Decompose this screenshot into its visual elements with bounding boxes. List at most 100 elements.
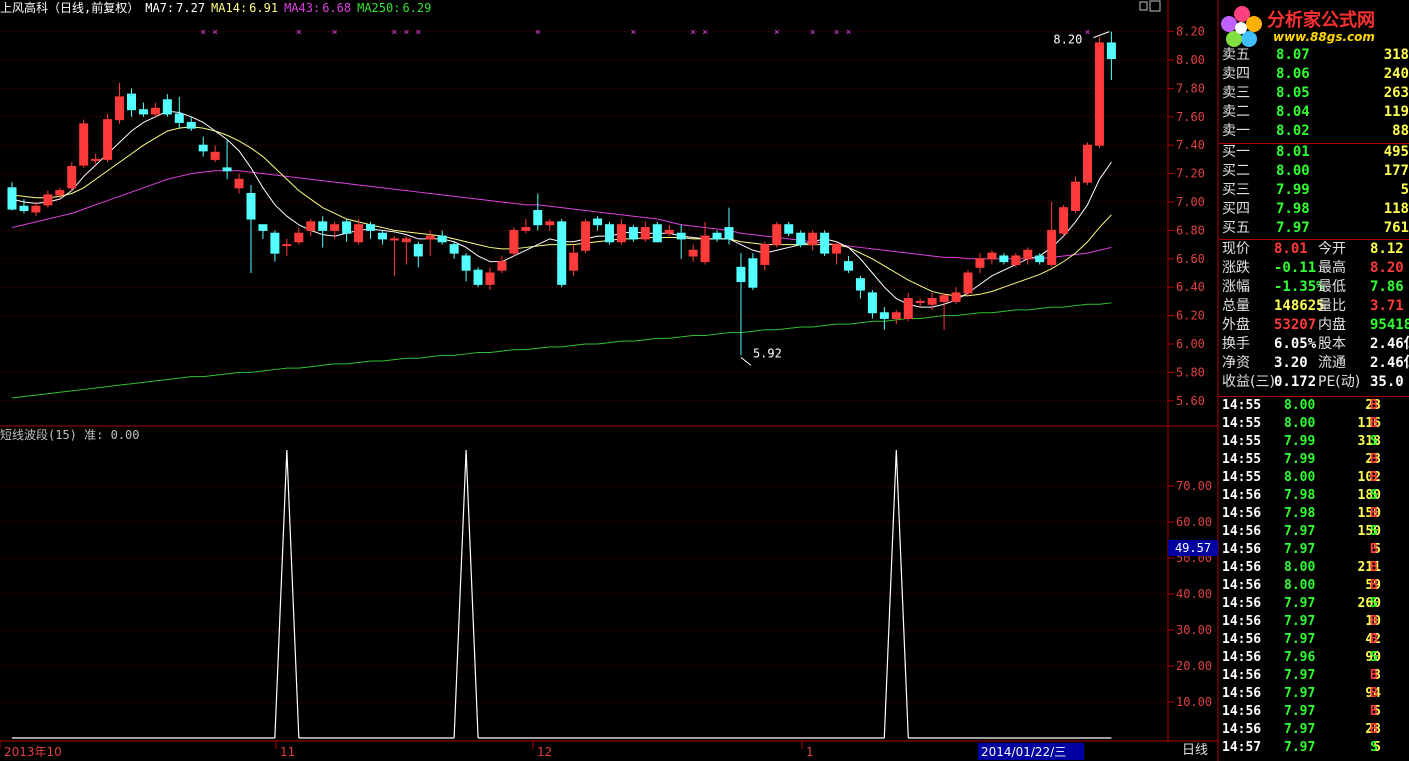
candle-body	[796, 232, 806, 246]
buy-level-row: 买三 7.99 5	[1222, 181, 1409, 200]
chart-area[interactable]: 8.20 8.00 7.80 7.60 7.40 7.20 7.00 6.80 6.60 6.40…	[0, 0, 1219, 761]
stat-label: PE(动)	[1318, 374, 1361, 390]
candle-body	[927, 298, 937, 305]
stat-label: 外盘	[1222, 317, 1250, 333]
signal-mark: ×	[391, 27, 397, 38]
tick-side: B	[1370, 722, 1378, 737]
candle-body	[891, 312, 901, 319]
candle-body	[712, 232, 722, 240]
candle-body	[330, 224, 340, 231]
window-box-icon	[1149, 0, 1161, 12]
signal-mark: ×	[403, 27, 409, 38]
tick-row: 14:57 7.97 5 S	[1222, 739, 1409, 757]
period-tab[interactable]: 日线	[1172, 741, 1218, 761]
price-tick-label: 7.80	[1176, 81, 1205, 95]
candle-body	[1094, 42, 1104, 146]
stat-row: 换手 6.05%股本 2.46亿	[1222, 335, 1409, 354]
stat-label: 最低	[1318, 279, 1346, 295]
tick-row: 14:55 8.00 23 B	[1222, 397, 1409, 415]
sell-level-label: 卖二	[1222, 104, 1250, 120]
stat-value: 3.20	[1274, 355, 1308, 371]
tick-price: 7.97	[1284, 632, 1316, 647]
candle-body	[951, 292, 961, 302]
candle-body	[999, 255, 1009, 263]
tick-price: 7.97	[1284, 524, 1316, 539]
date-cursor-label: 2014/01/22/三	[981, 745, 1066, 759]
tick-row: 14:56 7.97 260 S	[1222, 595, 1409, 613]
tick-row: 14:56 7.97 150 S	[1222, 523, 1409, 541]
signal-mark: ×	[332, 27, 338, 38]
tick-row: 14:56 7.97 28 B	[1222, 721, 1409, 739]
stat-label: 最高	[1318, 260, 1346, 276]
candle-body	[760, 244, 770, 265]
price-tick-label: 5.80	[1176, 365, 1205, 379]
candle-body	[294, 232, 304, 243]
candle-body	[7, 187, 17, 210]
ma14-label: MA14:	[211, 1, 248, 15]
tick-time: 14:56	[1222, 578, 1262, 593]
tick-row: 14:56 7.97 94 B	[1222, 685, 1409, 703]
tick-side: S	[1370, 488, 1378, 503]
candle-body	[127, 93, 136, 111]
candle-body	[616, 224, 626, 243]
stat-value: 95418	[1370, 317, 1409, 333]
stat-value: -0.11	[1274, 260, 1317, 276]
candle-body	[975, 258, 985, 268]
sell-level-price: 8.04	[1276, 104, 1310, 120]
candle-body	[413, 244, 423, 257]
tick-price: 7.97	[1284, 542, 1316, 557]
tick-time: 14:56	[1222, 668, 1262, 683]
ma250-label: MA250:	[357, 1, 401, 15]
tick-row: 14:56 7.96 90 S	[1222, 649, 1409, 667]
buy-level-row: 买一 8.01 495	[1222, 143, 1409, 162]
candle-body	[270, 232, 280, 254]
time-tick-label: 2013年10	[4, 745, 62, 759]
buy-level-price: 8.01	[1276, 144, 1310, 160]
tick-price: 7.98	[1284, 506, 1316, 521]
candle-body	[162, 99, 172, 115]
tick-side: B	[1370, 470, 1378, 485]
stat-value: 0.172	[1274, 374, 1317, 390]
ma7-value: 7.27	[176, 1, 206, 15]
time-tick-label: 11	[280, 745, 295, 759]
tick-side: B	[1370, 398, 1378, 413]
kline-chart[interactable]: 8.20 8.00 7.80 7.60 7.40 7.20 7.00 6.80 6.60 6.40…	[0, 0, 1219, 761]
tick-price: 8.00	[1284, 578, 1316, 593]
signal-mark: ×	[1085, 27, 1091, 38]
candle-body	[473, 269, 483, 285]
ma7-label: MA7:	[145, 1, 175, 15]
indicator-tick-label: 60.00	[1176, 515, 1212, 529]
flower-logo-icon	[1221, 6, 1262, 47]
sell-level-price: 8.07	[1276, 47, 1310, 63]
candle-body	[31, 205, 41, 213]
tick-row: 14:56 7.97 3 B	[1222, 667, 1409, 685]
stock-info: 上风高科（日线,前复权）	[0, 1, 140, 15]
candle-body	[258, 224, 268, 231]
logo-brand: 分析家公式网	[1267, 10, 1375, 31]
tick-price: 7.97	[1284, 740, 1316, 755]
tick-time: 14:56	[1222, 596, 1262, 611]
stat-value: -1.35%	[1274, 279, 1325, 295]
tick-time: 14:56	[1222, 704, 1262, 719]
candle-body	[174, 113, 184, 123]
stat-row: 涨跌 -0.11 最高 8.20	[1222, 259, 1409, 278]
candle-body	[437, 235, 447, 243]
tick-side: B	[1370, 704, 1378, 719]
stat-label: 收益(三)	[1222, 374, 1275, 390]
tick-time: 14:56	[1222, 686, 1262, 701]
candle-body	[557, 221, 567, 285]
buy-level-price: 7.99	[1276, 182, 1310, 198]
candle-body	[676, 232, 686, 240]
candle-body	[1106, 42, 1116, 60]
buy-level-volume: 177	[1383, 163, 1409, 179]
candle-body	[282, 244, 292, 247]
candle-body	[1059, 207, 1069, 234]
candle-body	[401, 238, 411, 243]
sell-level-volume: 240	[1383, 66, 1409, 82]
tick-price: 7.97	[1284, 704, 1316, 719]
tick-price: 8.00	[1284, 560, 1316, 575]
logo-url: www.88gs.com	[1273, 30, 1375, 44]
tick-price: 8.00	[1284, 398, 1316, 413]
stat-row: 净资 3.20 流通 2.46亿	[1222, 354, 1409, 373]
tick-side: S	[1370, 650, 1378, 665]
